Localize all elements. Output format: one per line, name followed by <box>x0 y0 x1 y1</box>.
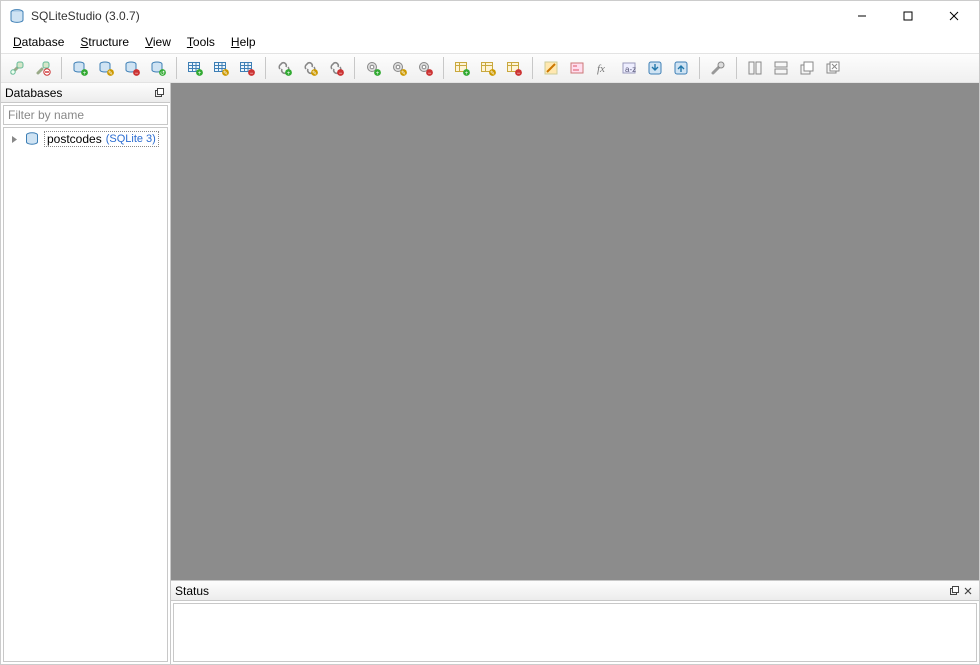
index-add-icon[interactable]: + <box>272 56 296 80</box>
function-icon[interactable]: fx <box>591 56 615 80</box>
trigger-edit-icon[interactable]: ✎ <box>387 56 411 80</box>
menu-structure[interactable]: Structure <box>72 33 137 51</box>
table-edit-icon[interactable]: ✎ <box>209 56 233 80</box>
expander-icon[interactable] <box>8 133 20 145</box>
trigger-add-icon[interactable]: + <box>361 56 385 80</box>
mdi-workspace <box>171 83 979 580</box>
index-edit-icon[interactable]: ✎ <box>298 56 322 80</box>
toolbar-separator <box>699 57 700 79</box>
config-icon[interactable] <box>706 56 730 80</box>
menu-help[interactable]: Help <box>223 33 264 51</box>
filter-input[interactable] <box>4 106 167 124</box>
svg-text:+: + <box>376 71 380 76</box>
svg-text:✎: ✎ <box>108 70 113 76</box>
cascade-icon[interactable] <box>795 56 819 80</box>
view-edit-icon[interactable]: ✎ <box>476 56 500 80</box>
svg-text:↺: ↺ <box>160 70 165 76</box>
menu-database[interactable]: Database <box>5 33 72 51</box>
toolbar-separator <box>176 57 177 79</box>
connect-icon[interactable] <box>5 56 29 80</box>
databases-panel-title: Databases <box>5 86 62 100</box>
db-edit-icon[interactable]: ✎ <box>94 56 118 80</box>
view-add-icon[interactable]: + <box>450 56 474 80</box>
toolbar-separator <box>265 57 266 79</box>
app-icon <box>9 8 25 24</box>
toolbar-separator <box>61 57 62 79</box>
databases-panel: Databases postcodes (SQLite 3) <box>1 83 171 664</box>
status-panel: Status <box>171 580 979 664</box>
toolbar-separator <box>532 57 533 79</box>
status-panel-header: Status <box>171 581 979 601</box>
close-all-icon[interactable] <box>821 56 845 80</box>
view-remove-icon[interactable]: − <box>502 56 526 80</box>
status-body <box>173 603 977 662</box>
svg-text:+: + <box>287 71 291 76</box>
svg-text:✎: ✎ <box>490 70 495 76</box>
db-remove-icon[interactable]: − <box>120 56 144 80</box>
db-add-icon[interactable]: + <box>68 56 92 80</box>
database-tree[interactable]: postcodes (SQLite 3) <box>3 127 168 662</box>
database-item-postcodes[interactable]: postcodes (SQLite 3) <box>4 130 167 148</box>
table-remove-icon[interactable]: − <box>235 56 259 80</box>
svg-text:−: − <box>517 71 521 76</box>
svg-text:✎: ✎ <box>401 70 406 76</box>
body: Databases postcodes (SQLite 3) Status <box>1 83 979 664</box>
svg-text:+: + <box>465 71 469 76</box>
menu-tools[interactable]: Tools <box>179 33 223 51</box>
index-remove-icon[interactable]: − <box>324 56 348 80</box>
table-add-icon[interactable]: + <box>183 56 207 80</box>
svg-text:✎: ✎ <box>223 70 228 76</box>
svg-text:a-z: a-z <box>625 65 636 74</box>
toolbar-separator <box>354 57 355 79</box>
status-close-icon[interactable] <box>961 584 975 598</box>
window-title: SQLiteStudio (3.0.7) <box>31 9 839 23</box>
svg-text:−: − <box>428 71 432 76</box>
tile-h-icon[interactable] <box>743 56 767 80</box>
import-icon[interactable] <box>643 56 667 80</box>
maximize-button[interactable] <box>885 1 931 31</box>
main-area: Status <box>171 83 979 664</box>
db-connect-icon[interactable]: ↺ <box>146 56 170 80</box>
database-name: postcodes <box>47 132 102 146</box>
window-titlebar: SQLiteStudio (3.0.7) <box>1 1 979 31</box>
window-controls <box>839 1 977 31</box>
tile-v-icon[interactable] <box>769 56 793 80</box>
menu-view[interactable]: View <box>137 33 179 51</box>
disconnect-icon[interactable] <box>31 56 55 80</box>
filter-box <box>3 105 168 125</box>
database-type: (SQLite 3) <box>106 133 156 145</box>
svg-text:+: + <box>198 71 202 76</box>
export-icon[interactable] <box>669 56 693 80</box>
svg-text:+: + <box>83 71 87 76</box>
svg-text:−: − <box>339 71 343 76</box>
toolbar-separator <box>736 57 737 79</box>
menubar: DatabaseStructureViewToolsHelp <box>1 31 979 53</box>
database-icon <box>24 131 40 147</box>
svg-text:−: − <box>135 71 139 76</box>
svg-text:−: − <box>250 71 254 76</box>
sql-editor-icon[interactable] <box>539 56 563 80</box>
status-panel-title: Status <box>175 584 209 598</box>
trigger-remove-icon[interactable]: − <box>413 56 437 80</box>
toolbar-separator <box>443 57 444 79</box>
svg-text:✎: ✎ <box>312 70 317 76</box>
undock-icon[interactable] <box>152 86 166 100</box>
minimize-button[interactable] <box>839 1 885 31</box>
toolbar: + ✎ − ↺ + ✎ − + ✎ − + ✎ − + ✎ − fx a-z <box>1 53 979 83</box>
databases-panel-header: Databases <box>1 83 170 103</box>
history-icon[interactable] <box>565 56 589 80</box>
close-button[interactable] <box>931 1 977 31</box>
collation-icon[interactable]: a-z <box>617 56 641 80</box>
status-undock-icon[interactable] <box>947 584 961 598</box>
svg-text:fx: fx <box>597 63 605 75</box>
